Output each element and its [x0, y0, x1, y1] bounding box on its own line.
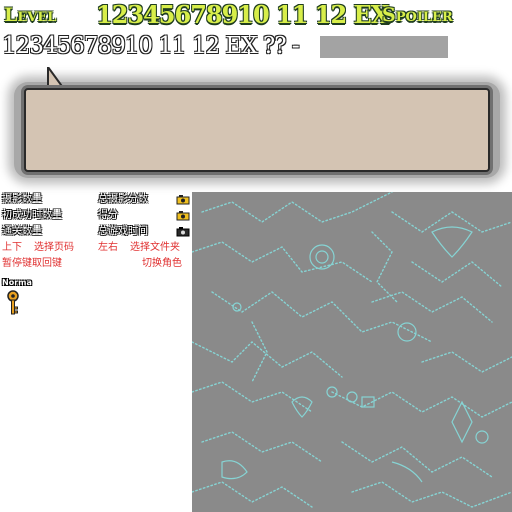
- label-select-page: 选择页码: [34, 242, 74, 253]
- camera-icon: [176, 195, 190, 205]
- label-pause-key: 暂停键取回键: [2, 258, 62, 269]
- camera-icon: [176, 211, 190, 221]
- camera-icon: [176, 227, 190, 237]
- level-label: Level: [4, 4, 57, 26]
- pattern-art: [192, 192, 512, 508]
- spoiler-label: Spoiler: [382, 4, 453, 26]
- label-first-success: 初成功时数量: [2, 210, 62, 221]
- difficulty-label: Norma: [2, 278, 32, 287]
- level-numbers-white: 12345678910 11 12 EX ?? -: [2, 33, 300, 59]
- key-icon: [7, 290, 19, 315]
- spoiler-bar: [320, 36, 448, 58]
- label-total-photo-score: 总摄影分数: [98, 194, 148, 205]
- label-total-play-time: 总游戏时间: [98, 226, 148, 237]
- label-switch-character: 切换角色: [142, 258, 182, 269]
- label-photo-count: 摄影数量: [2, 194, 42, 205]
- level-number-selector[interactable]: 12345678910 11 12 EX: [96, 0, 389, 29]
- background-pattern: [192, 192, 512, 512]
- label-select-folder: 选择文件夹: [130, 242, 180, 253]
- label-up-down: 上下: [2, 242, 22, 253]
- label-clear-count: 通关数量: [2, 226, 42, 237]
- label-score: 得分: [98, 210, 118, 221]
- label-left-right: 左右: [98, 242, 118, 253]
- dialog-box: [24, 88, 490, 172]
